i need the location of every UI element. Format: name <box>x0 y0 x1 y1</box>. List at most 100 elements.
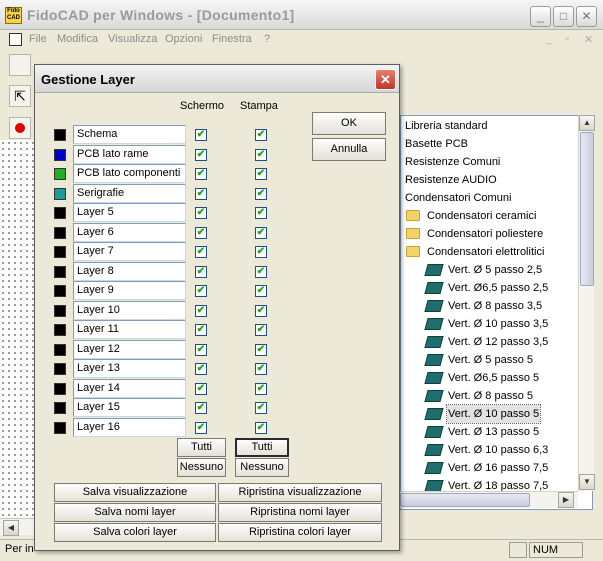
layer-name-field[interactable]: Layer 14 <box>73 378 186 398</box>
layer-name-field[interactable]: Layer 5 <box>73 203 186 222</box>
layer-print-checkbox[interactable]: ✔ <box>255 246 267 258</box>
layer-name-field[interactable]: Layer 6 <box>73 222 186 242</box>
save-view-button[interactable]: Salva visualizzazione <box>54 483 216 502</box>
layer-screen-checkbox[interactable]: ✔ <box>195 304 207 317</box>
screen-all-button[interactable]: Tutti <box>177 438 226 457</box>
library-item[interactable]: Condensatori poliestere <box>426 225 544 243</box>
layer-screen-checkbox[interactable]: ✔ <box>195 324 207 336</box>
print-all-button[interactable]: Tutti <box>235 438 289 457</box>
layer-screen-checkbox[interactable]: ✔ <box>195 285 207 297</box>
layer-print-checkbox[interactable]: ✔ <box>255 148 267 161</box>
layer-name-field[interactable]: Serigrafie <box>73 183 186 203</box>
layer-screen-checkbox[interactable]: ✔ <box>195 207 207 219</box>
drawing-canvas[interactable] <box>0 140 34 520</box>
layer-print-checkbox[interactable]: ✔ <box>255 421 267 434</box>
layer-screen-checkbox[interactable]: ✔ <box>195 129 207 141</box>
layer-name-field[interactable]: Layer 11 <box>73 320 186 339</box>
layer-name-field[interactable]: Schema <box>73 125 186 144</box>
layer-color-swatch[interactable] <box>54 324 66 336</box>
layer-print-checkbox[interactable]: ✔ <box>255 226 267 239</box>
library-vertical-scrollbar[interactable]: ▲ ▼ <box>578 115 595 491</box>
library-item[interactable]: Vert. Ø 10 passo 6,3 <box>447 441 549 459</box>
layer-color-swatch[interactable] <box>54 382 66 395</box>
layer-screen-checkbox[interactable]: ✔ <box>195 363 207 375</box>
layer-color-swatch[interactable] <box>54 304 66 317</box>
save-names-button[interactable]: Salva nomi layer <box>54 503 216 522</box>
layer-screen-checkbox[interactable]: ✔ <box>195 246 207 258</box>
layer-color-swatch[interactable] <box>54 421 66 434</box>
layer-screen-checkbox[interactable]: ✔ <box>195 226 207 239</box>
close-button[interactable]: ✕ <box>576 6 597 27</box>
restore-view-button[interactable]: Ripristina visualizzazione <box>218 483 382 502</box>
layer-print-checkbox[interactable]: ✔ <box>255 304 267 317</box>
library-item[interactable]: Vert. Ø 10 passo 3,5 <box>447 315 549 333</box>
library-item[interactable]: Condensatori Comuni <box>404 189 512 207</box>
library-item[interactable]: Vert. Ø 5 passo 5 <box>447 351 534 369</box>
layer-name-field[interactable]: Layer 10 <box>73 300 186 320</box>
layer-color-swatch[interactable] <box>54 187 66 200</box>
cancel-button[interactable]: Annulla <box>312 138 386 161</box>
library-item[interactable]: Vert. Ø 5 passo 2,5 <box>447 261 543 279</box>
record-red-icon[interactable] <box>9 117 31 139</box>
layer-print-checkbox[interactable]: ✔ <box>255 402 267 414</box>
print-none-button[interactable]: Nessuno <box>235 458 289 477</box>
layer-name-field[interactable]: Layer 9 <box>73 281 186 300</box>
restore-names-button[interactable]: Ripristina nomi layer <box>218 503 382 522</box>
layer-screen-checkbox[interactable]: ✔ <box>195 187 207 200</box>
mdi-minimize-icon[interactable]: _ <box>546 33 552 45</box>
library-item[interactable]: Resistenze Comuni <box>404 153 501 171</box>
layer-name-field[interactable]: Layer 7 <box>73 242 186 261</box>
scroll-thumb[interactable] <box>580 132 594 286</box>
layer-print-checkbox[interactable]: ✔ <box>255 265 267 278</box>
layer-name-field[interactable]: Layer 12 <box>73 339 186 359</box>
menu-modifica[interactable]: Modifica <box>57 33 98 45</box>
layer-screen-checkbox[interactable]: ✔ <box>195 265 207 278</box>
layer-print-checkbox[interactable]: ✔ <box>255 285 267 297</box>
library-item[interactable]: Vert. Ø 13 passo 5 <box>447 423 540 441</box>
library-item[interactable]: Vert. Ø 16 passo 7,5 <box>447 459 549 477</box>
new-file-icon[interactable] <box>9 54 31 76</box>
layer-color-swatch[interactable] <box>54 363 66 375</box>
select-arrow-icon[interactable]: ⇱ <box>9 85 31 107</box>
layer-print-checkbox[interactable]: ✔ <box>255 343 267 356</box>
library-item[interactable]: Libreria standard <box>404 117 489 135</box>
layer-color-swatch[interactable] <box>54 129 66 141</box>
document-icon[interactable] <box>9 33 22 46</box>
scroll-left-icon[interactable]: ◀ <box>3 520 19 536</box>
layer-name-field[interactable]: PCB lato componenti <box>73 164 186 183</box>
library-item[interactable]: Resistenze AUDIO <box>404 171 498 189</box>
menu-visualizza[interactable]: Visualizza <box>108 33 157 45</box>
menu-finestra[interactable]: Finestra <box>212 33 252 45</box>
library-tree[interactable]: Libreria standard Basette PCB Resistenze C… <box>400 115 593 510</box>
layer-color-swatch[interactable] <box>54 168 66 180</box>
layer-print-checkbox[interactable]: ✔ <box>255 168 267 180</box>
menu-opzioni[interactable]: Opzioni <box>165 33 202 45</box>
layer-screen-checkbox[interactable]: ✔ <box>195 343 207 356</box>
layer-print-checkbox[interactable]: ✔ <box>255 129 267 141</box>
menu-file[interactable]: File <box>29 33 47 45</box>
layer-print-checkbox[interactable]: ✔ <box>255 324 267 336</box>
layer-screen-checkbox[interactable]: ✔ <box>195 402 207 414</box>
ok-button[interactable]: OK <box>312 112 386 135</box>
layer-color-swatch[interactable] <box>54 148 66 161</box>
layer-name-field[interactable]: PCB lato rame <box>73 144 186 164</box>
layer-name-field[interactable]: Layer 15 <box>73 398 186 417</box>
library-item[interactable]: Condensatori elettrolitici <box>426 243 545 261</box>
layer-print-checkbox[interactable]: ✔ <box>255 207 267 219</box>
minimize-button[interactable]: _ <box>530 6 551 27</box>
layer-color-swatch[interactable] <box>54 343 66 356</box>
library-item[interactable]: Condensatori ceramici <box>426 207 537 225</box>
restore-colors-button[interactable]: Ripristina colori layer <box>218 523 382 542</box>
library-item[interactable]: Vert. Ø6,5 passo 2,5 <box>447 279 549 297</box>
screen-none-button[interactable]: Nessuno <box>177 458 226 477</box>
layer-screen-checkbox[interactable]: ✔ <box>195 382 207 395</box>
library-item[interactable]: Vert. Ø 10 passo 5 <box>445 404 542 424</box>
layer-name-field[interactable]: Layer 13 <box>73 359 186 378</box>
menu-help[interactable]: ? <box>264 33 270 45</box>
scroll-up-icon[interactable]: ▲ <box>579 115 595 131</box>
layer-color-swatch[interactable] <box>54 207 66 219</box>
layer-color-swatch[interactable] <box>54 246 66 258</box>
mdi-restore-icon[interactable]: ▫ <box>565 33 569 45</box>
layer-print-checkbox[interactable]: ✔ <box>255 363 267 375</box>
layer-color-swatch[interactable] <box>54 265 66 278</box>
